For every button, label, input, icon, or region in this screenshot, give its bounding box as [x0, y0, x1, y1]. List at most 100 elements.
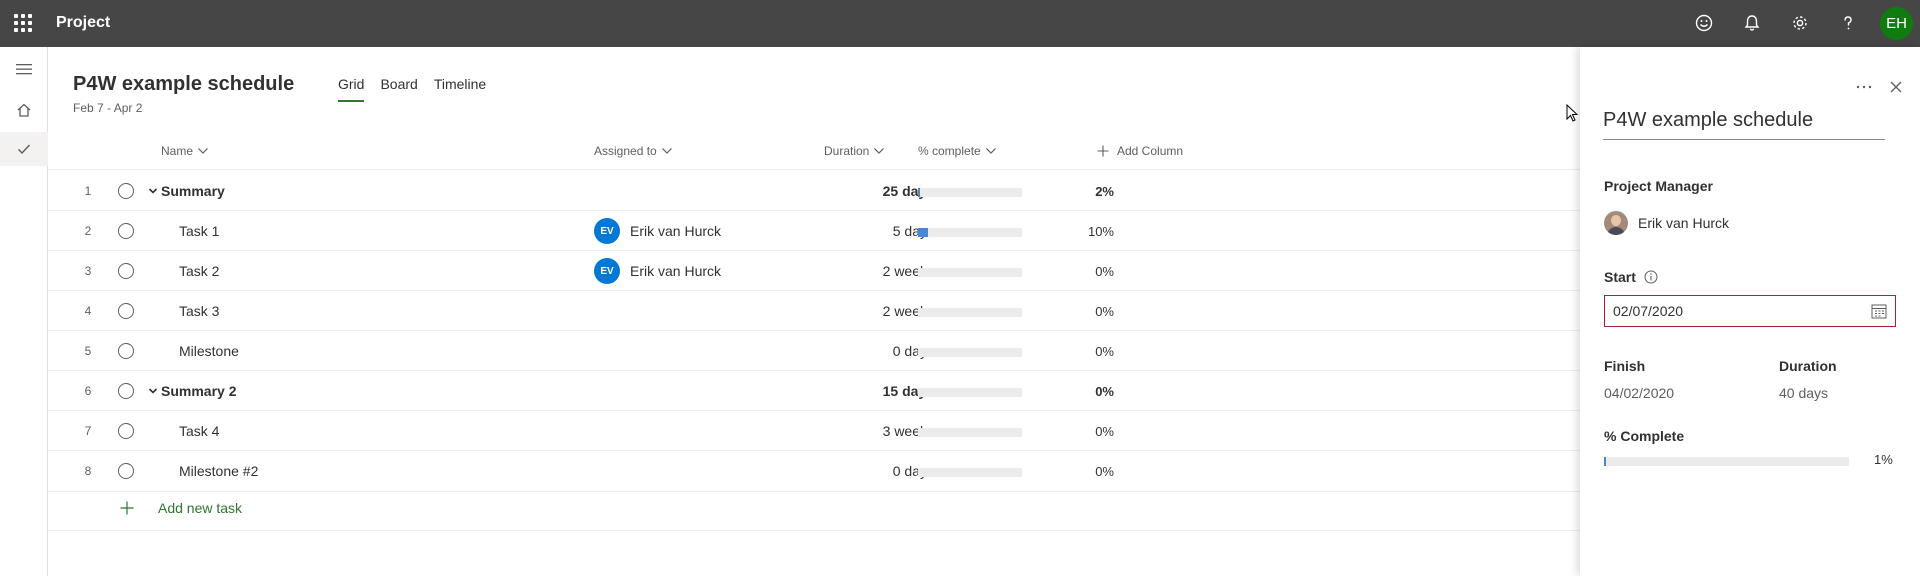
column-header-duration-label: Duration [824, 144, 870, 158]
chevron-down-icon[interactable] [148, 187, 158, 195]
progress-bar [918, 228, 1022, 237]
chevron-down-icon [661, 148, 672, 154]
progress-fill [918, 228, 928, 237]
row-divider [48, 450, 1580, 451]
row-divider [48, 250, 1580, 251]
task-row[interactable]: 8 Milestone #2 0 days 0% [48, 451, 1580, 491]
task-name[interactable]: Task 1 [179, 211, 219, 251]
start-label: Start [1604, 269, 1636, 285]
summary-row[interactable]: 1 Summary 25 days 2% [48, 171, 1580, 211]
task-name[interactable]: Milestone #2 [179, 451, 258, 491]
row-number: 8 [84, 464, 92, 478]
tab-grid[interactable]: Grid [338, 76, 365, 102]
row-divider [48, 290, 1580, 291]
percent-complete[interactable]: 0% [1038, 451, 1114, 491]
row-divider [48, 330, 1580, 331]
project-dates: Feb 7 - Apr 2 [73, 101, 143, 115]
task-row[interactable]: 4 Task 32 weeks 0% [48, 291, 1580, 331]
start-date-value: 02/07/2020 [1613, 303, 1684, 319]
column-header-complete[interactable]: % complete [918, 144, 997, 158]
duration-label: Duration [1779, 358, 1837, 374]
tab-timeline[interactable]: Timeline [434, 76, 486, 102]
row-number: 1 [84, 184, 92, 198]
checkmark-icon[interactable] [12, 137, 36, 161]
summary-row[interactable]: 6 Summary 2 15 days 0% [48, 371, 1580, 411]
task-name[interactable]: Task 4 [179, 411, 219, 451]
column-header-assigned[interactable]: Assigned to [594, 144, 673, 158]
percent-complete[interactable]: 0% [1038, 291, 1114, 331]
smiley-icon[interactable] [1693, 12, 1715, 34]
task-row[interactable]: 5 Milestone 0 days 0% [48, 331, 1580, 371]
complete-task-checkbox[interactable] [118, 223, 134, 239]
task-row[interactable]: 3 Task 2 EV Erik van Hurck 2 weeks 0% [48, 251, 1580, 291]
add-new-task-button[interactable]: Add new task [120, 500, 242, 516]
close-icon[interactable] [1886, 77, 1906, 97]
percent-complete-value: 1% [1874, 452, 1893, 467]
percent-complete[interactable]: 2% [1038, 171, 1114, 211]
avatar [1604, 211, 1628, 235]
percent-complete[interactable]: 10% [1038, 211, 1114, 251]
column-header-duration[interactable]: Duration [824, 144, 885, 158]
start-label-row: Start [1604, 269, 1658, 285]
complete-task-checkbox[interactable] [118, 263, 134, 279]
row-divider [48, 370, 1580, 371]
percent-complete[interactable]: 0% [1038, 251, 1114, 291]
duration-value: 40 days [1779, 385, 1829, 401]
progress-fill [918, 188, 920, 197]
column-header-name[interactable]: Name [161, 144, 209, 158]
grid-divider [48, 169, 1580, 170]
row-divider [48, 210, 1580, 211]
more-options-icon[interactable] [1854, 77, 1874, 97]
assigned-to[interactable]: EV Erik van Hurck [594, 251, 721, 291]
task-name[interactable]: Milestone [179, 331, 239, 371]
tab-board[interactable]: Board [380, 76, 417, 102]
hamburger-icon[interactable] [12, 57, 36, 81]
bell-icon[interactable] [1741, 12, 1763, 34]
home-icon[interactable] [12, 98, 36, 122]
row-divider [48, 410, 1580, 411]
complete-task-checkbox[interactable] [118, 343, 134, 359]
chevron-down-icon[interactable] [148, 387, 158, 395]
view-tabs: Grid Board Timeline [338, 76, 486, 102]
panel-project-title[interactable]: P4W example schedule [1603, 109, 1885, 140]
task-name[interactable]: Task 2 [179, 251, 219, 291]
assignee-name: Erik van Hurck [630, 263, 722, 279]
progress-bar [918, 468, 1022, 477]
project-manager-label: Project Manager [1604, 178, 1713, 194]
project-details-panel: P4W example schedule Project Manager Eri… [1580, 47, 1920, 576]
task-name[interactable]: Summary [148, 171, 225, 211]
progress-bar [918, 428, 1022, 437]
complete-task-checkbox[interactable] [118, 183, 134, 199]
percent-complete[interactable]: 0% [1038, 411, 1114, 451]
top-bar: Project EH [0, 0, 1920, 47]
task-row[interactable]: 2 Task 1 EV Erik van Hurck 5 days 10% [48, 211, 1580, 251]
user-avatar[interactable]: EH [1880, 7, 1913, 40]
app-title[interactable]: Project [56, 14, 110, 32]
finish-label: Finish [1604, 358, 1646, 374]
avatar: EV [594, 218, 620, 244]
add-column-button[interactable]: Add Column [1097, 144, 1183, 158]
start-date-input[interactable]: 02/07/2020 [1604, 295, 1896, 327]
assigned-to[interactable]: EV Erik van Hurck [594, 211, 721, 251]
complete-task-checkbox[interactable] [118, 463, 134, 479]
percent-complete[interactable]: 0% [1038, 371, 1114, 411]
complete-task-checkbox[interactable] [118, 423, 134, 439]
percent-complete[interactable]: 0% [1038, 331, 1114, 371]
complete-task-checkbox[interactable] [118, 383, 134, 399]
gear-icon[interactable] [1789, 12, 1811, 34]
project-manager[interactable]: Erik van Hurck [1604, 211, 1729, 235]
mouse-cursor-icon [1566, 104, 1578, 122]
complete-task-checkbox[interactable] [118, 303, 134, 319]
task-name[interactable]: Summary 2 [148, 371, 236, 411]
waffle-icon[interactable] [14, 14, 32, 32]
chevron-down-icon [874, 148, 885, 154]
calendar-icon[interactable] [1871, 303, 1887, 319]
task-name[interactable]: Task 3 [179, 291, 219, 331]
task-row[interactable]: 7 Task 43 weeks 0% [48, 411, 1580, 451]
task-name-label: Summary 2 [161, 383, 237, 399]
help-icon[interactable] [1837, 12, 1859, 34]
plus-icon [120, 501, 134, 515]
info-icon[interactable] [1644, 270, 1658, 284]
project-title: P4W example schedule [73, 73, 295, 95]
percent-complete-bar[interactable] [1604, 457, 1849, 466]
